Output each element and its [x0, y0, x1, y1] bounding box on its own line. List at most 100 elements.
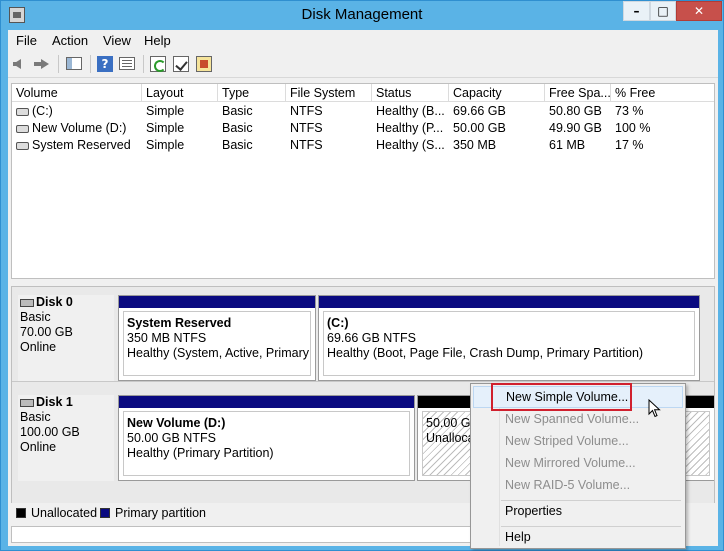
- volume-fs: NTFS: [290, 138, 323, 152]
- volume-pct-free: 73 %: [615, 104, 644, 118]
- primary-partition-swatch: [100, 508, 110, 518]
- menu-file[interactable]: File: [16, 33, 37, 48]
- disk-name: Disk 0: [36, 295, 73, 309]
- volume-type: Basic: [222, 121, 253, 135]
- disk-name: Disk 1: [36, 395, 73, 409]
- partition-bar: [119, 296, 315, 308]
- title-bar[interactable]: Disk Management – □ ✕: [1, 1, 723, 29]
- forward-button[interactable]: [32, 54, 52, 74]
- table-row[interactable]: New Volume (D:) Simple Basic NTFS Health…: [12, 120, 714, 137]
- menu-help[interactable]: Help: [144, 33, 171, 48]
- toolbar-separator: [143, 55, 144, 73]
- col-status[interactable]: Status: [372, 84, 449, 102]
- menu-new-striped-volume[interactable]: New Striped Volume...: [473, 430, 683, 452]
- volume-type: Basic: [222, 104, 253, 118]
- volume-pct-free: 17 %: [615, 138, 644, 152]
- partition-status: Healthy (Boot, Page File, Crash Dump, Pr…: [327, 346, 644, 360]
- maximize-button[interactable]: □: [650, 1, 676, 21]
- partition-bar: [119, 396, 414, 408]
- menu-view[interactable]: View: [103, 33, 131, 48]
- partition-name: (C:): [327, 316, 349, 330]
- col-capacity[interactable]: Capacity: [449, 84, 545, 102]
- mouse-cursor-icon: [648, 398, 662, 422]
- disk-icon: [20, 399, 34, 407]
- toolbar: ?: [8, 50, 718, 78]
- back-icon: [13, 59, 21, 69]
- drive-icon: [16, 142, 29, 150]
- volume-fs: NTFS: [290, 121, 323, 135]
- volume-capacity: 69.66 GB: [453, 104, 506, 118]
- disk-type: Basic: [20, 310, 51, 324]
- console-tree-button[interactable]: [64, 54, 84, 74]
- legend-unallocated: Unallocated: [31, 506, 98, 520]
- volume-status: Healthy (B...: [376, 104, 445, 118]
- rescan-button[interactable]: [171, 54, 191, 74]
- disk-size: 100.00 GB: [20, 425, 80, 439]
- menu-action[interactable]: Action: [52, 33, 88, 48]
- volume-list[interactable]: Volume Layout Type File System Status Ca…: [11, 83, 715, 279]
- volume-status: Healthy (P...: [376, 121, 444, 135]
- legend-primary: Primary partition: [115, 506, 206, 520]
- drive-icon: [16, 108, 29, 116]
- volume-status: Healthy (S...: [376, 138, 445, 152]
- volume-fs: NTFS: [290, 104, 323, 118]
- disk-1-label[interactable]: Disk 1 Basic 100.00 GB Online: [18, 395, 114, 481]
- toolbar-separator: [58, 55, 59, 73]
- partition-detail: 69.66 GB NTFS: [327, 331, 416, 345]
- volume-type: Basic: [222, 138, 253, 152]
- rescan-icon: [173, 56, 189, 72]
- volume-name: (C:): [32, 104, 53, 118]
- partition-new-volume-d[interactable]: New Volume (D:) 50.00 GB NTFS Healthy (P…: [118, 395, 415, 481]
- col-layout[interactable]: Layout: [142, 84, 218, 102]
- disk-0-label[interactable]: Disk 0 Basic 70.00 GB Online: [18, 295, 114, 381]
- disk-row: Disk 0 Basic 70.00 GB Online System Rese…: [12, 287, 714, 382]
- drive-icon: [16, 125, 29, 133]
- volume-free: 61 MB: [549, 138, 586, 152]
- menu-bar: File Action View Help: [8, 30, 718, 50]
- minimize-button[interactable]: –: [623, 1, 650, 21]
- list-view-icon: [119, 57, 135, 70]
- partition-name: System Reserved: [127, 316, 232, 330]
- status-cell: [11, 526, 475, 543]
- help-button[interactable]: ?: [95, 54, 115, 74]
- volume-free: 50.80 GB: [549, 104, 602, 118]
- col-volume[interactable]: Volume: [12, 84, 142, 102]
- disk-icon: [20, 299, 34, 307]
- disk-type: Basic: [20, 410, 51, 424]
- close-button[interactable]: ✕: [676, 1, 722, 21]
- volume-name: New Volume (D:): [32, 121, 127, 135]
- col-type[interactable]: Type: [218, 84, 286, 102]
- disk-state: Online: [20, 440, 57, 454]
- menu-help[interactable]: Help: [473, 526, 683, 548]
- forward-icon: [34, 59, 49, 69]
- back-button[interactable]: [11, 54, 31, 74]
- help-icon: ?: [97, 56, 113, 72]
- partition-status: Healthy (Primary Partition): [127, 446, 274, 460]
- partition-name: New Volume (D:): [127, 416, 226, 430]
- table-row[interactable]: (C:) Simple Basic NTFS Healthy (B... 69.…: [12, 103, 714, 120]
- volume-name: System Reserved: [32, 138, 131, 152]
- menu-new-raid5-volume[interactable]: New RAID-5 Volume...: [473, 474, 683, 496]
- properties-icon: [196, 56, 212, 72]
- menu-properties[interactable]: Properties: [473, 500, 683, 522]
- disk-state: Online: [20, 340, 57, 354]
- volume-pct-free: 100 %: [615, 121, 651, 135]
- list-view-button[interactable]: [117, 54, 137, 74]
- partition-system-reserved[interactable]: System Reserved 350 MB NTFS Healthy (Sys…: [118, 295, 316, 381]
- console-tree-icon: [66, 57, 82, 70]
- menu-new-mirrored-volume[interactable]: New Mirrored Volume...: [473, 452, 683, 474]
- volume-capacity: 350 MB: [453, 138, 497, 152]
- volume-free: 49.90 GB: [549, 121, 602, 135]
- partition-c[interactable]: (C:) 69.66 GB NTFS Healthy (Boot, Page F…: [318, 295, 700, 381]
- col-percent-free[interactable]: % Free: [611, 84, 714, 102]
- refresh-button[interactable]: [148, 54, 168, 74]
- volume-capacity: 50.00 GB: [453, 121, 506, 135]
- col-free-space[interactable]: Free Spa...: [545, 84, 611, 102]
- table-row[interactable]: System Reserved Simple Basic NTFS Health…: [12, 137, 714, 154]
- properties-button[interactable]: [194, 54, 214, 74]
- col-file-system[interactable]: File System: [286, 84, 372, 102]
- toolbar-separator: [90, 55, 91, 73]
- volume-list-header: Volume Layout Type File System Status Ca…: [12, 84, 714, 102]
- window-title: Disk Management: [301, 6, 423, 23]
- refresh-icon: [150, 56, 166, 72]
